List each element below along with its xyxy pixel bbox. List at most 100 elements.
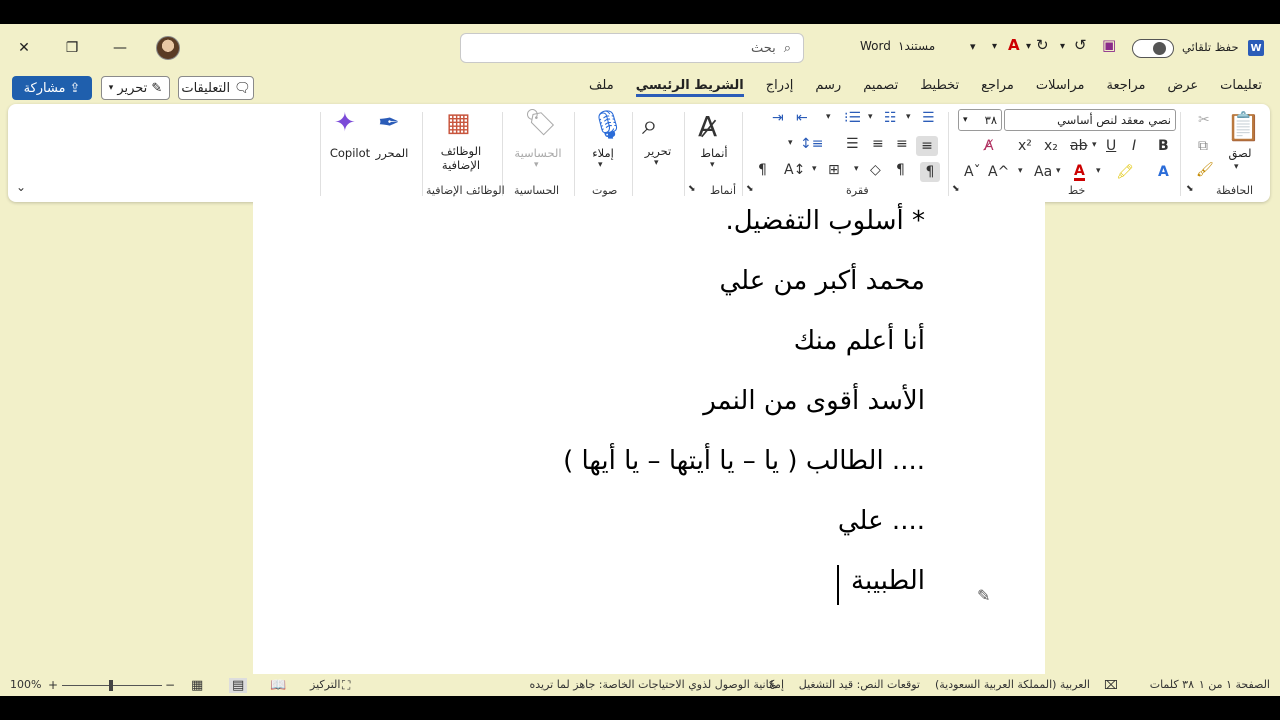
addins-label-line2[interactable]: الإضافية [434, 158, 488, 172]
font-color-qat-chevron-icon[interactable]: ▾ [1026, 41, 1031, 52]
tab-home[interactable]: الشريط الرئيسي [635, 78, 744, 97]
microphone-icon[interactable]: 🎙 [590, 108, 626, 141]
page-count-status[interactable]: الصفحة ١ من ١ [1199, 678, 1270, 691]
align-right-icon[interactable]: ≡ [916, 136, 938, 156]
copilot-draft-icon[interactable]: ✎ [977, 586, 990, 605]
find-icon[interactable]: ⌕ [642, 108, 658, 142]
search-box[interactable]: ⌕ بحث [460, 33, 804, 63]
document-line-6[interactable]: .... علي [838, 506, 925, 536]
justify-icon[interactable]: ☰ [846, 136, 859, 152]
tab-draw[interactable]: رسم [815, 78, 841, 97]
shading-chevron-icon[interactable]: ▾ [854, 164, 859, 174]
tab-insert[interactable]: إدراج [766, 78, 794, 97]
bullets-chevron-icon[interactable]: ▾ [906, 112, 911, 122]
line-spacing-chevron-icon[interactable]: ▾ [788, 138, 793, 148]
zoom-out-icon[interactable]: − [165, 678, 175, 692]
styles-launcher-icon[interactable]: ⬊ [688, 184, 696, 194]
print-layout-icon[interactable]: ▤ [229, 678, 248, 693]
copilot-label[interactable]: Copilot [328, 146, 372, 160]
highlight-icon[interactable]: 🖍 [1116, 164, 1134, 180]
document-line-3[interactable]: أنا أعلم منك [794, 326, 925, 356]
sensitivity-chevron-icon[interactable]: ▾ [534, 160, 539, 170]
editor-icon[interactable]: ✒ [378, 108, 400, 138]
styles-label[interactable]: أنماط [696, 146, 732, 160]
restore-icon[interactable]: ❐ [58, 34, 86, 62]
language-status[interactable]: العربية (المملكة العربية السعودية) [935, 678, 1090, 691]
document-page[interactable]: * أسلوب التفضيل. محمد أكبر من علي أنا أع… [253, 202, 1045, 682]
styles-chevron-icon[interactable]: ▾ [710, 160, 715, 170]
tab-file[interactable]: ملف [589, 78, 614, 97]
show-marks-icon[interactable]: ¶ [758, 162, 767, 178]
font-launcher-icon[interactable]: ⬊ [952, 184, 960, 194]
decrease-indent-icon[interactable]: ⇤ [796, 110, 808, 126]
shading-icon[interactable]: ◇ [870, 162, 881, 178]
addins-label-line1[interactable]: الوظائف [434, 144, 488, 158]
font-color-qat-icon[interactable]: A [1008, 36, 1020, 54]
paste-chevron-icon[interactable]: ▾ [1234, 162, 1239, 172]
zoom-level[interactable]: 100% [10, 678, 41, 691]
sort-icon[interactable]: A↕ [784, 162, 805, 178]
format-painter-icon[interactable]: 🖌 [1196, 162, 1214, 178]
undo-icon[interactable]: ↺ [1074, 36, 1087, 54]
highlight-chevron-icon[interactable]: ▾ [1096, 166, 1101, 176]
font-color-icon[interactable]: A [1074, 164, 1085, 181]
proofing-icon[interactable]: ⌧ [1104, 678, 1118, 692]
rtl-direction-icon[interactable]: ¶ [920, 162, 940, 182]
redo-icon[interactable]: ↻ [1036, 36, 1049, 54]
dictate-label[interactable]: إملاء [588, 146, 618, 160]
tab-references[interactable]: مراجع [981, 78, 1014, 97]
text-predictions-status[interactable]: توقعات النص: قيد التشغيل [799, 678, 920, 691]
document-line-2[interactable]: محمد أكبر من علي [720, 266, 926, 296]
cut-icon[interactable]: ✂ [1198, 112, 1210, 128]
grow-font-icon[interactable]: A^ [988, 164, 1009, 180]
document-line-5[interactable]: .... الطالب ( يا – يا أيتها – يا أيها ) [563, 446, 925, 476]
paragraph-launcher-icon[interactable]: ⬊ [746, 184, 754, 194]
subscript-icon[interactable]: x₂ [1044, 138, 1058, 154]
ribbon-collapse-chevron-icon[interactable]: ⌄ [16, 180, 26, 194]
font-size-dropdown[interactable]: ٣٨ ▾ [958, 109, 1002, 131]
document-line-4[interactable]: الأسد أقوى من النمر [703, 386, 925, 416]
tab-help[interactable]: تعليمات [1220, 78, 1262, 97]
clear-formatting-icon[interactable]: A̸ [984, 138, 994, 154]
accessibility-status[interactable]: إمكانية الوصول لذوي الاحتياجات الخاصة: ج… [516, 678, 784, 691]
customize-qat-icon[interactable]: ▾ [992, 41, 997, 52]
paste-icon[interactable]: 📋 [1226, 110, 1261, 143]
multilevel-chevron-icon[interactable]: ▾ [826, 112, 831, 122]
title-chevron-icon[interactable]: ▾ [970, 40, 976, 53]
styles-icon[interactable]: A̷ [698, 110, 717, 143]
tab-layout[interactable]: تخطيط [920, 78, 959, 97]
sensitivity-icon[interactable]: 🏷 [524, 108, 557, 138]
font-color-chevron-icon[interactable]: ▾ [1056, 166, 1061, 176]
increase-indent-icon[interactable]: ⇥ [772, 110, 784, 126]
numbering-chevron-icon[interactable]: ▾ [868, 112, 873, 122]
superscript-icon[interactable]: x² [1018, 138, 1032, 154]
underline-icon[interactable]: U [1106, 138, 1116, 154]
tab-design[interactable]: تصميم [863, 78, 898, 97]
focus-mode-button[interactable]: التركيز [310, 678, 340, 691]
change-case-chevron-icon[interactable]: ▾ [1018, 166, 1023, 176]
save-icon[interactable]: ▣ [1102, 36, 1116, 54]
close-icon[interactable]: ✕ [10, 34, 38, 62]
underline-chevron-icon[interactable]: ▾ [1092, 140, 1097, 150]
line-spacing-icon[interactable]: ↕≡ [800, 136, 823, 152]
align-center-icon[interactable]: ≡ [896, 136, 908, 152]
sensitivity-button-label[interactable]: الحساسية [508, 146, 568, 160]
read-mode-icon[interactable]: 📖 [270, 678, 286, 693]
shrink-font-icon[interactable]: Aˇ [964, 164, 981, 180]
document-title[interactable]: مستند١ [898, 39, 935, 53]
editing-chevron-icon[interactable]: ▾ [654, 158, 659, 168]
addins-icon[interactable]: ▦ [446, 108, 471, 138]
dictate-chevron-icon[interactable]: ▾ [598, 160, 603, 170]
strikethrough-icon[interactable]: ab [1070, 138, 1087, 154]
zoom-in-icon[interactable]: + [48, 678, 58, 692]
minimize-icon[interactable]: — [106, 34, 134, 62]
copy-icon[interactable]: ⧉ [1198, 138, 1208, 154]
clipboard-launcher-icon[interactable]: ⬊ [1186, 184, 1194, 194]
document-line-1[interactable]: * أسلوب التفضيل. [725, 206, 925, 236]
bold-icon[interactable]: B [1158, 138, 1169, 154]
font-name-dropdown[interactable]: نصي معقد لنص أساسي [1004, 109, 1176, 131]
bullets-icon[interactable]: ☰ [922, 110, 935, 126]
avatar[interactable] [156, 36, 180, 60]
tab-review[interactable]: مراجعة [1106, 78, 1145, 97]
undo-chevron-icon[interactable]: ▾ [1060, 41, 1065, 52]
